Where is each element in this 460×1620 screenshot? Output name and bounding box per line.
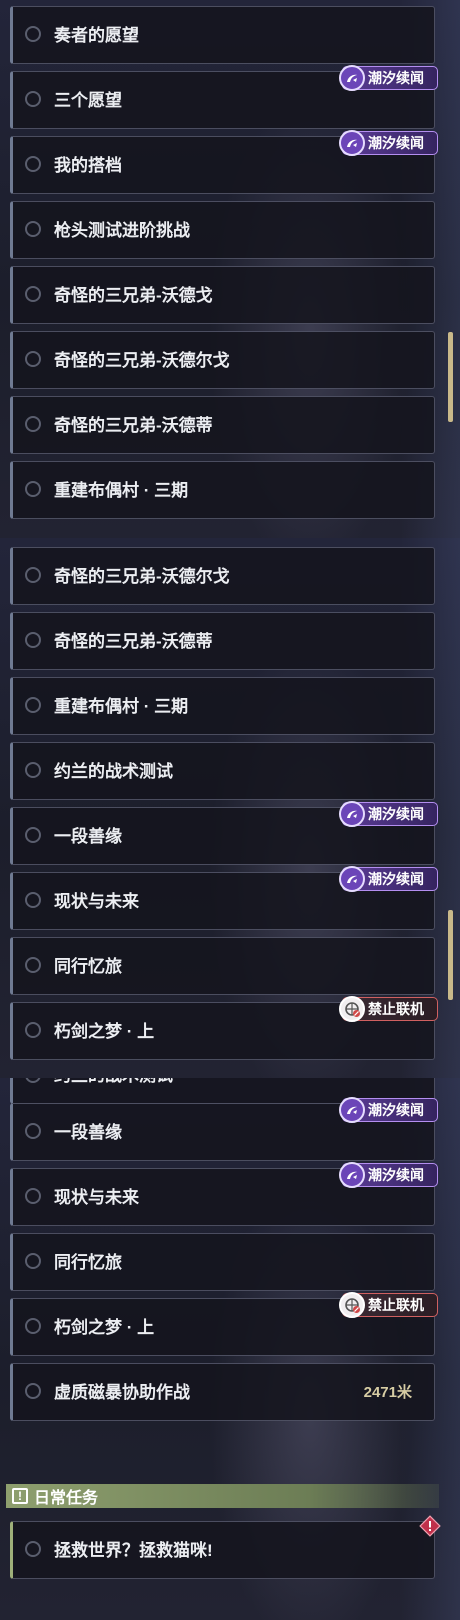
quest-radio[interactable] (25, 1253, 41, 1269)
no-online-badge-label: 禁止联机 (368, 1297, 424, 1313)
quest-row[interactable]: 枪头测试进阶挑战 (10, 201, 435, 259)
tide-swirl-icon (339, 130, 365, 156)
quest-row[interactable]: 重建布偶村 · 三期 (10, 461, 435, 519)
quest-radio[interactable] (25, 26, 41, 42)
quest-title: 现状与未来 (54, 892, 139, 911)
quest-row[interactable]: 重建布偶村 · 三期 (10, 677, 435, 735)
quest-title: 奇怪的三兄弟-沃德蒂 (54, 416, 213, 435)
quest-row[interactable]: 奇怪的三兄弟-沃德戈 (10, 266, 435, 324)
quest-title: 枪头测试进阶挑战 (54, 221, 190, 240)
quest-radio[interactable] (25, 1188, 41, 1204)
quest-title: 奇怪的三兄弟-沃德蒂 (54, 632, 213, 651)
quest-title: 朽剑之梦 · 上 (54, 1022, 155, 1041)
quest-distance: 2471米 (363, 1384, 412, 1401)
scrollbar-thumb[interactable] (448, 910, 453, 1000)
quest-title: 现状与未来 (54, 1188, 139, 1207)
quest-row[interactable]: 同行忆旅 (10, 1233, 435, 1291)
quest-title: 奇怪的三兄弟-沃德戈 (54, 286, 213, 305)
quest-radio[interactable] (25, 1318, 41, 1334)
tide-badge: 潮汐续闻 (339, 1097, 438, 1123)
quest-row[interactable]: 同行忆旅 (10, 937, 435, 995)
no-online-badge: 禁止联机 (339, 996, 438, 1022)
quest-title: 奇怪的三兄弟-沃德尔戈 (54, 567, 230, 586)
tide-badge: 潮汐续闻 (339, 65, 438, 91)
quest-row[interactable]: 约兰的战术测试 (10, 742, 435, 800)
quest-radio[interactable] (25, 91, 41, 107)
alert-diamond-icon (419, 1515, 441, 1537)
quest-radio[interactable] (25, 697, 41, 713)
quest-title: 同行忆旅 (54, 957, 122, 976)
quest-title: 拯救世界？拯救猫咪! (54, 1541, 213, 1560)
tide-badge-label: 潮汐续闻 (368, 1102, 424, 1118)
no-online-icon (339, 996, 365, 1022)
tide-badge: 潮汐续闻 (339, 801, 438, 827)
tide-swirl-icon (339, 801, 365, 827)
quest-title: 朽剑之梦 · 上 (54, 1318, 155, 1337)
no-online-icon (339, 1292, 365, 1318)
tide-swirl-icon (339, 1097, 365, 1123)
tide-swirl-icon (339, 1162, 365, 1188)
tide-badge: 潮汐续闻 (339, 130, 438, 156)
tide-badge: 潮汐续闻 (339, 866, 438, 892)
exclamation-box-icon: ! (12, 1488, 28, 1504)
quest-row[interactable]: 虚质磁暴协助作战 2471米 (10, 1363, 435, 1421)
tide-badge-label: 潮汐续闻 (368, 871, 424, 887)
quest-title: 一段善缘 (54, 827, 122, 846)
quest-panel-2: 奇怪的三兄弟-沃德尔戈 奇怪的三兄弟-沃德蒂 重建布偶村 · 三期 约兰的战术测… (0, 538, 460, 1078)
quest-row[interactable]: 奇怪的三兄弟-沃德蒂 (10, 396, 435, 454)
quest-radio[interactable] (25, 1078, 41, 1083)
daily-quest-row[interactable]: 拯救世界？拯救猫咪! (10, 1521, 435, 1579)
tide-badge: 潮汐续闻 (339, 1162, 438, 1188)
quest-row[interactable]: 奏者的愿望 (10, 6, 435, 64)
quest-title: 一段善缘 (54, 1123, 122, 1142)
quest-radio[interactable] (25, 351, 41, 367)
quest-radio[interactable] (25, 481, 41, 497)
quest-radio[interactable] (25, 416, 41, 432)
quest-radio[interactable] (25, 1541, 41, 1557)
quest-title: 重建布偶村 · 三期 (54, 481, 189, 500)
quest-row[interactable]: 奇怪的三兄弟-沃德尔戈 (10, 547, 435, 605)
quest-radio[interactable] (25, 1383, 41, 1399)
quest-title: 约兰的战术测试 (54, 1078, 173, 1105)
daily-section-header[interactable]: ! 日常任务 (6, 1484, 439, 1508)
quest-title: 奏者的愿望 (54, 26, 139, 45)
tide-badge-label: 潮汐续闻 (368, 1167, 424, 1183)
quest-radio[interactable] (25, 286, 41, 302)
quest-radio[interactable] (25, 892, 41, 908)
daily-section-title: 日常任务 (34, 1490, 99, 1507)
quest-radio[interactable] (25, 1022, 41, 1038)
quest-title: 我的搭档 (54, 156, 122, 175)
no-online-badge-label: 禁止联机 (368, 1001, 424, 1017)
quest-panel-1: 奏者的愿望 三个愿望 我的搭档 枪头测试进阶挑战 奇怪的三兄弟-沃德戈 奇怪的三… (0, 0, 460, 538)
tide-badge-label: 潮汐续闻 (368, 806, 424, 822)
quest-title: 三个愿望 (54, 91, 122, 110)
quest-radio[interactable] (25, 632, 41, 648)
tide-swirl-icon (339, 866, 365, 892)
scrollbar-thumb[interactable] (448, 332, 453, 422)
quest-title: 虚质磁暴协助作战 (54, 1383, 190, 1402)
quest-list-screen: 奏者的愿望 三个愿望 我的搭档 枪头测试进阶挑战 奇怪的三兄弟-沃德戈 奇怪的三… (0, 0, 460, 1620)
quest-title: 约兰的战术测试 (54, 762, 173, 781)
tide-badge-label: 潮汐续闻 (368, 135, 424, 151)
quest-radio[interactable] (25, 221, 41, 237)
quest-radio[interactable] (25, 156, 41, 172)
quest-radio[interactable] (25, 567, 41, 583)
quest-radio[interactable] (25, 957, 41, 973)
tide-badge-label: 潮汐续闻 (368, 70, 424, 86)
tide-swirl-icon (339, 65, 365, 91)
quest-radio[interactable] (25, 827, 41, 843)
quest-radio[interactable] (25, 1123, 41, 1139)
quest-row[interactable]: 奇怪的三兄弟-沃德尔戈 (10, 331, 435, 389)
no-online-badge: 禁止联机 (339, 1292, 438, 1318)
quest-row[interactable]: 奇怪的三兄弟-沃德蒂 (10, 612, 435, 670)
quest-title: 同行忆旅 (54, 1253, 122, 1272)
quest-title: 重建布偶村 · 三期 (54, 697, 189, 716)
quest-title: 奇怪的三兄弟-沃德尔戈 (54, 351, 230, 370)
quest-radio[interactable] (25, 762, 41, 778)
